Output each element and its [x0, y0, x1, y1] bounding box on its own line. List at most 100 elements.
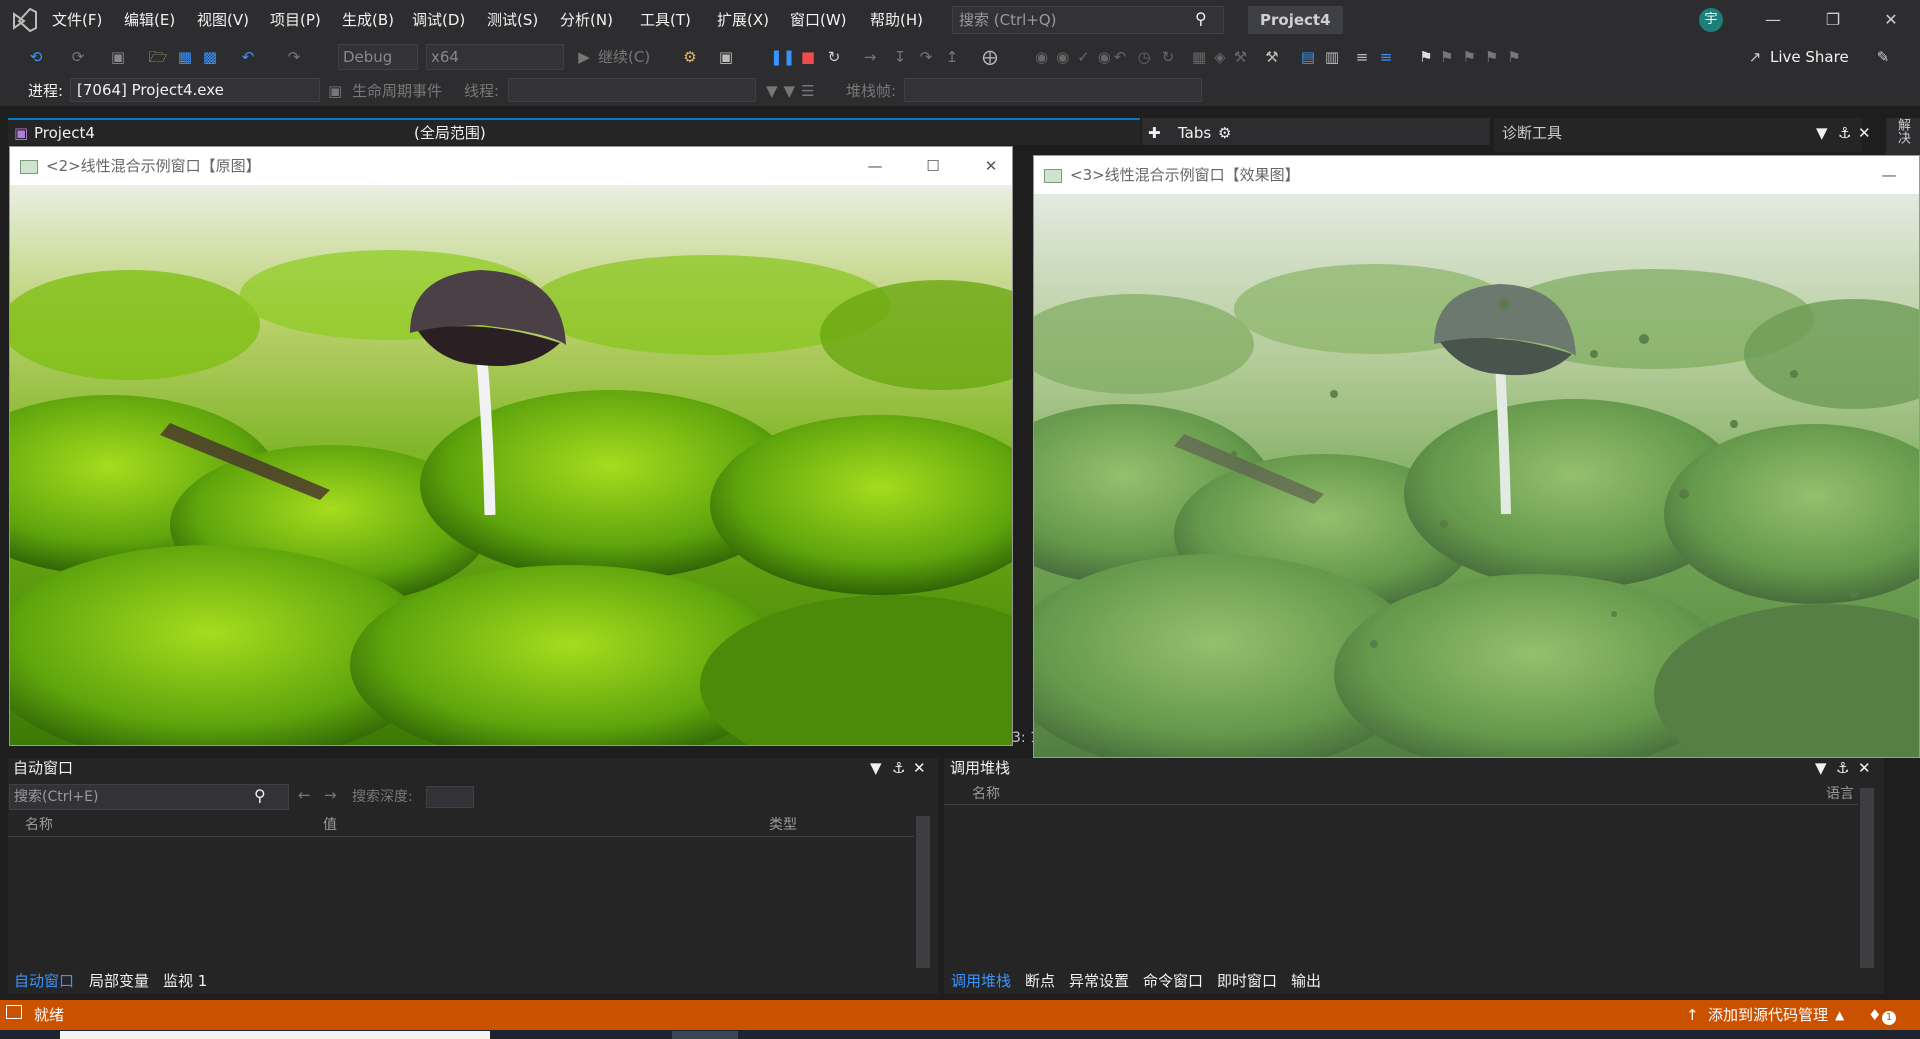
- gear-icon[interactable]: ⚙: [1218, 122, 1236, 144]
- taskbar-item[interactable]: [672, 1031, 738, 1039]
- autos-search-input[interactable]: 搜索(Ctrl+E): [9, 784, 289, 810]
- tab-watch-1[interactable]: 监视 1: [163, 970, 207, 992]
- menu-item-11[interactable]: 帮助(H): [864, 8, 929, 32]
- outdent-icon[interactable]: ≡: [1376, 46, 1396, 68]
- tab-autos[interactable]: 自动窗口: [14, 970, 74, 992]
- open-file-icon[interactable]: 🗁: [148, 46, 168, 68]
- panel-options-icon[interactable]: ▼: [1815, 755, 1829, 781]
- callstack-column-name[interactable]: 名称: [972, 784, 1000, 804]
- minimize-icon[interactable]: —: [1758, 8, 1788, 32]
- hex-display-icon[interactable]: ⨁: [980, 46, 1000, 68]
- effect-image-window[interactable]: <3>线性混合示例窗口【效果图】 —: [1033, 155, 1920, 758]
- comment-icon[interactable]: ▤: [1298, 46, 1318, 68]
- indent-icon[interactable]: ≡: [1352, 46, 1372, 68]
- thread-dropdown[interactable]: [508, 78, 756, 102]
- menu-item-7[interactable]: 分析(N): [554, 8, 619, 32]
- visual-studio-logo[interactable]: [10, 7, 38, 33]
- redo-icon[interactable]: ↷: [284, 46, 304, 68]
- menu-item-3[interactable]: 项目(P): [264, 8, 327, 32]
- step-into-icon[interactable]: ↧: [890, 46, 910, 68]
- menu-item-8[interactable]: 工具(T): [634, 8, 697, 32]
- notification-bell-icon[interactable]: ♦: [1868, 1004, 1881, 1026]
- quick-launch-search[interactable]: 搜索 (Ctrl+Q): [952, 6, 1224, 34]
- autos-column-name[interactable]: 名称: [25, 815, 53, 835]
- maximize-icon[interactable]: ☐: [920, 153, 946, 179]
- navigate-back-icon[interactable]: ⟲: [26, 46, 46, 68]
- minimize-icon[interactable]: —: [862, 153, 888, 179]
- save-all-icon[interactable]: ▩: [200, 46, 220, 68]
- process-dropdown[interactable]: [7064] Project4.exe: [70, 78, 320, 102]
- save-icon[interactable]: ▦: [175, 46, 195, 68]
- restart-icon[interactable]: ↻: [824, 46, 844, 68]
- attach-process-icon[interactable]: ⚙: [680, 46, 700, 68]
- new-project-icon[interactable]: ▣: [108, 46, 128, 68]
- chevron-up-icon[interactable]: ▲: [1835, 1004, 1844, 1026]
- live-share-button[interactable]: Live Share: [1770, 44, 1849, 70]
- navigate-forward-icon[interactable]: ⟳: [68, 46, 88, 68]
- tab-call-stack[interactable]: 调用堆栈: [951, 970, 1011, 992]
- pin-icon[interactable]: ⚓: [1838, 122, 1854, 144]
- continue-play-icon[interactable]: ▶: [576, 46, 592, 68]
- undo-icon[interactable]: ↶: [1110, 46, 1130, 68]
- tab-exception-settings[interactable]: 异常设置: [1069, 970, 1129, 992]
- close-icon[interactable]: ✕: [913, 755, 927, 781]
- solution-explorer-tab[interactable]: 解决: [1890, 118, 1912, 144]
- bookmark-icon[interactable]: ⚑: [1416, 46, 1436, 68]
- add-to-source-control-button[interactable]: 添加到源代码管理: [1708, 1004, 1828, 1026]
- feedback-icon[interactable]: ✎: [1873, 46, 1893, 68]
- tab-locals[interactable]: 局部变量: [89, 970, 149, 992]
- original-image-window[interactable]: <2>线性混合示例窗口【原图】 — ☐ ✕: [9, 146, 1013, 746]
- search-forward-icon[interactable]: →: [324, 786, 337, 804]
- callstack-column-language[interactable]: 语言: [1826, 784, 1854, 804]
- arrow-up-icon[interactable]: ↑: [1686, 1004, 1699, 1026]
- autos-column-value[interactable]: 值: [323, 815, 337, 835]
- solution-config-dropdown[interactable]: Debug: [338, 44, 418, 70]
- tabs-label[interactable]: Tabs: [1178, 122, 1211, 144]
- stop-debugging-icon[interactable]: ■: [798, 46, 818, 68]
- menu-item-1[interactable]: 编辑(E): [118, 8, 181, 32]
- close-icon[interactable]: ✕: [1858, 122, 1874, 144]
- lifecycle-events-dropdown[interactable]: 生命周期事件: [352, 80, 442, 102]
- pin-icon[interactable]: ⚓: [1836, 755, 1850, 781]
- search-back-icon[interactable]: ←: [298, 786, 311, 804]
- effect-window-titlebar[interactable]: <3>线性混合示例窗口【效果图】: [1034, 156, 1919, 194]
- debug-tool-icons[interactable]: ◉◉✓◉: [1035, 46, 1111, 68]
- tab-command-window[interactable]: 命令窗口: [1143, 970, 1203, 992]
- share-icon[interactable]: ↗: [1745, 46, 1765, 68]
- tab-output[interactable]: 输出: [1291, 970, 1321, 992]
- search-depth-dropdown[interactable]: [426, 786, 474, 808]
- close-icon[interactable]: ✕: [978, 153, 1004, 179]
- user-avatar[interactable]: 宇: [1699, 8, 1723, 32]
- search-icon[interactable]: ⚲: [1195, 9, 1217, 31]
- continue-button-label[interactable]: 继续(C): [598, 46, 660, 68]
- menu-item-10[interactable]: 窗口(W): [784, 8, 853, 32]
- refresh-icon[interactable]: ↻: [1158, 46, 1178, 68]
- solution-platform-dropdown[interactable]: x64: [426, 44, 564, 70]
- close-icon[interactable]: ✕: [1858, 755, 1872, 781]
- app-insights-icon[interactable]: ▣: [716, 46, 736, 68]
- output-window-icon[interactable]: [6, 1005, 22, 1019]
- menu-item-0[interactable]: 文件(F): [46, 8, 108, 32]
- notification-count-badge[interactable]: 1: [1882, 1011, 1896, 1025]
- menu-item-9[interactable]: 扩展(X): [711, 8, 775, 32]
- undo-icon[interactable]: ↶: [238, 46, 258, 68]
- search-icon[interactable]: ⚲: [254, 786, 266, 805]
- tools-wrench-icon[interactable]: ⚒: [1262, 46, 1282, 68]
- scope-dropdown[interactable]: (全局范围): [414, 122, 764, 144]
- menu-item-6[interactable]: 测试(S): [481, 8, 544, 32]
- thread-filter-icons[interactable]: ▼▼☰: [766, 80, 826, 102]
- pin-icon[interactable]: ▼: [1816, 122, 1832, 144]
- step-over-icon[interactable]: ↷: [916, 46, 936, 68]
- bookmark-navigation-icons[interactable]: ⚑⚑⚑⚑: [1440, 46, 1530, 68]
- break-all-icon[interactable]: ❚❚: [770, 46, 795, 68]
- pin-tab-icon[interactable]: ✚: [1148, 122, 1166, 144]
- project-dropdown[interactable]: Project4: [34, 122, 374, 144]
- tab-breakpoints[interactable]: 断点: [1025, 970, 1055, 992]
- autos-column-type[interactable]: 类型: [769, 815, 797, 835]
- show-next-statement-icon[interactable]: →: [860, 46, 880, 68]
- pin-icon[interactable]: ⚓: [892, 755, 906, 781]
- autos-scrollbar[interactable]: [916, 816, 930, 968]
- tab-immediate-window[interactable]: 即时窗口: [1217, 970, 1277, 992]
- close-icon[interactable]: ✕: [1876, 8, 1906, 32]
- taskbar-item[interactable]: [60, 1031, 490, 1039]
